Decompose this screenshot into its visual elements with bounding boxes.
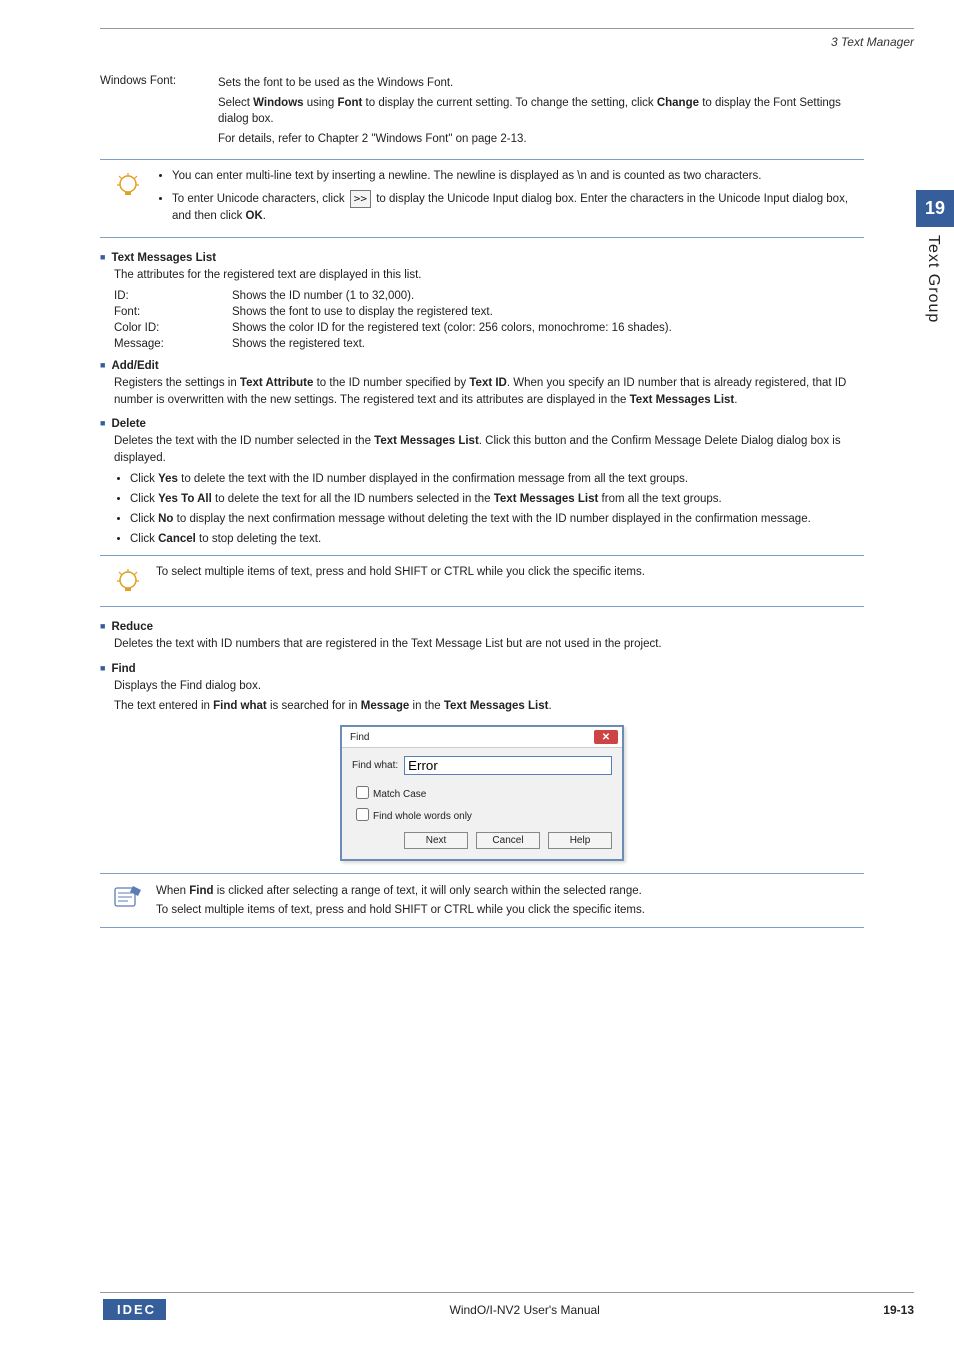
note-icon	[113, 884, 143, 910]
text-messages-list-head: ■Text Messages List	[100, 252, 864, 264]
tml-font-desc: Shows the font to use to display the reg…	[232, 306, 864, 318]
tml-id-label: ID:	[114, 290, 232, 302]
chapter-tab: 19 Text Group	[916, 190, 954, 323]
help-button[interactable]: Help	[548, 832, 612, 849]
add-edit-head: ■Add/Edit	[100, 360, 864, 372]
lightbulb-icon	[115, 568, 141, 598]
delete-li1: Click Yes to delete the text with the ID…	[130, 471, 864, 487]
windows-font-line2: Select Windows using Font to display the…	[218, 95, 864, 127]
tml-font-label: Font:	[114, 306, 232, 318]
delete-head: ■Delete	[100, 418, 864, 430]
text-messages-list-intro: The attributes for the registered text a…	[100, 267, 864, 284]
delete-li2: Click Yes To All to delete the text for …	[130, 491, 864, 507]
tip-box-1: You can enter multi-line text by inserti…	[100, 159, 864, 238]
lightbulb-icon	[115, 172, 141, 202]
next-button[interactable]: Next	[404, 832, 468, 849]
add-edit-para: Registers the settings in Text Attribute…	[100, 375, 864, 408]
delete-li3: Click No to display the next confirmatio…	[130, 511, 864, 527]
delete-para: Deletes the text with the ID number sele…	[100, 433, 864, 466]
tip2-text: To select multiple items of text, press …	[156, 564, 864, 598]
idec-logo: IDEC	[100, 1299, 166, 1320]
tml-message-desc: Shows the registered text.	[232, 338, 864, 350]
tml-colorid-label: Color ID:	[114, 322, 232, 334]
find-para2: The text entered in Find what is searche…	[100, 698, 864, 715]
close-icon[interactable]: ✕	[594, 730, 618, 744]
chapter-number: 19	[916, 190, 954, 227]
unicode-chevron-icon: >>	[350, 190, 371, 209]
reduce-head: ■Reduce	[100, 621, 864, 633]
windows-font-line1: Sets the font to be used as the Windows …	[218, 75, 864, 91]
cancel-button[interactable]: Cancel	[476, 832, 540, 849]
reduce-para: Deletes the text with ID numbers that ar…	[100, 636, 864, 653]
tip1-bullet1: You can enter multi-line text by inserti…	[172, 168, 864, 185]
tml-colorid-desc: Shows the color ID for the registered te…	[232, 322, 864, 334]
header-breadcrumb: 3 Text Manager	[100, 35, 914, 49]
note1-line2: To select multiple items of text, press …	[156, 901, 864, 919]
chapter-title: Text Group	[916, 235, 942, 323]
whole-words-label: Find whole words only	[373, 811, 472, 822]
find-head: ■Find	[100, 663, 864, 675]
delete-li4: Click Cancel to stop deleting the text.	[130, 531, 864, 547]
tip-box-2: To select multiple items of text, press …	[100, 555, 864, 607]
find-dialog-title: Find	[350, 732, 369, 743]
tip1-bullet2: To enter Unicode characters, click >> to…	[172, 190, 864, 226]
tml-id-desc: Shows the ID number (1 to 32,000).	[232, 290, 864, 302]
find-what-input[interactable]	[404, 756, 612, 775]
tml-message-label: Message:	[114, 338, 232, 350]
match-case-checkbox[interactable]	[356, 786, 369, 799]
windows-font-label: Windows Font:	[100, 75, 218, 151]
find-what-label: Find what:	[352, 760, 398, 771]
find-para1: Displays the Find dialog box.	[100, 678, 864, 695]
whole-words-checkbox[interactable]	[356, 808, 369, 821]
note-box-1: When Find is clicked after selecting a r…	[100, 873, 864, 928]
find-dialog: Find ✕ Find what: Match Case Find whole …	[340, 725, 624, 861]
windows-font-line3: For details, refer to Chapter 2 "Windows…	[218, 131, 864, 147]
page-number: 19-13	[883, 1303, 914, 1317]
footer-title: WindO/I-NV2 User's Manual	[166, 1303, 883, 1317]
match-case-label: Match Case	[373, 789, 426, 800]
note1-line1: When Find is clicked after selecting a r…	[156, 882, 864, 900]
